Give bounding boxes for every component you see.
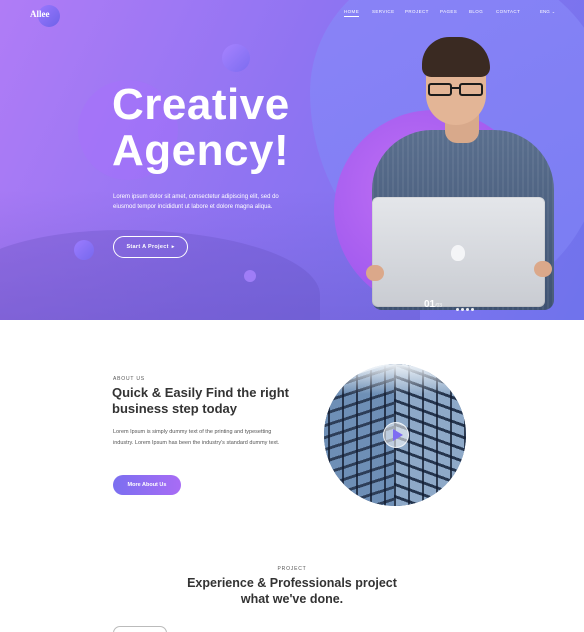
- glasses-lens: [459, 83, 483, 96]
- project-title-line1: Experience & Professionals project: [187, 576, 397, 590]
- person-hand: [534, 261, 552, 277]
- decorative-bubble: [244, 270, 256, 282]
- slider-dot[interactable]: [456, 308, 459, 311]
- about-title: Quick & Easily Find the right business s…: [112, 385, 312, 417]
- hero-section: Allee HOME SERVICE PROJECT PAGES BLOG CO…: [0, 0, 584, 320]
- decorative-bubble: [74, 240, 94, 260]
- building-sky: [324, 364, 466, 394]
- about-title-line1: Quick & Easily Find the right: [112, 385, 289, 400]
- brand-logo[interactable]: Allee: [30, 9, 50, 19]
- nav-item-pages[interactable]: PAGES: [440, 9, 457, 14]
- chevron-down-icon: ⌄: [551, 9, 556, 14]
- hero-title: Creative Agency!: [112, 82, 290, 174]
- about-label: ABOUT US: [113, 376, 145, 382]
- hero-person-image: [366, 35, 560, 315]
- glasses-icon: [426, 83, 486, 97]
- apple-logo-icon: [451, 245, 465, 261]
- start-project-button[interactable]: Start A Project ▸: [113, 236, 188, 258]
- nav-item-blog[interactable]: BLOG: [469, 9, 483, 14]
- person-hand: [366, 265, 384, 281]
- nav-item-project[interactable]: PROJECT: [405, 9, 429, 14]
- language-label: ENG: [540, 9, 550, 14]
- play-video-button[interactable]: [383, 422, 409, 448]
- nav-item-contact[interactable]: CONTACT: [496, 9, 520, 14]
- slider-dots: [456, 298, 476, 316]
- project-title: Experience & Professionals project what …: [0, 575, 584, 607]
- glasses-lens: [428, 83, 452, 96]
- slider-dot[interactable]: [471, 308, 474, 311]
- slide-counter: 01/03: [424, 294, 442, 312]
- hero-description: Lorem ipsum dolor sit amet, consectetur …: [113, 194, 279, 210]
- more-about-us-button[interactable]: More About Us: [113, 475, 181, 495]
- nav-item-home[interactable]: HOME: [344, 9, 360, 17]
- start-project-label: Start A Project: [126, 244, 169, 250]
- hero-title-line1: Creative: [112, 80, 290, 129]
- nav-item-service[interactable]: SERVICE: [372, 9, 394, 14]
- slide-total: /03: [435, 303, 443, 309]
- laptop-image: [372, 197, 545, 307]
- hero-title-line2: Agency!: [112, 126, 290, 175]
- slider-dot[interactable]: [466, 308, 469, 311]
- decorative-bubble: [222, 44, 250, 72]
- person-hair: [422, 37, 490, 77]
- project-filter-button[interactable]: [113, 626, 167, 632]
- project-label: PROJECT: [277, 566, 307, 572]
- project-title-line2: what we've done.: [240, 592, 344, 606]
- slide-current: 01: [424, 299, 436, 310]
- language-select[interactable]: ENG ⌄: [540, 9, 555, 14]
- about-title-line2: business step today: [112, 401, 237, 416]
- slider-dot[interactable]: [461, 308, 464, 311]
- about-description: Lorem Ipsum is simply dummy text of the …: [113, 429, 280, 446]
- arrow-right-icon: ▸: [171, 244, 175, 250]
